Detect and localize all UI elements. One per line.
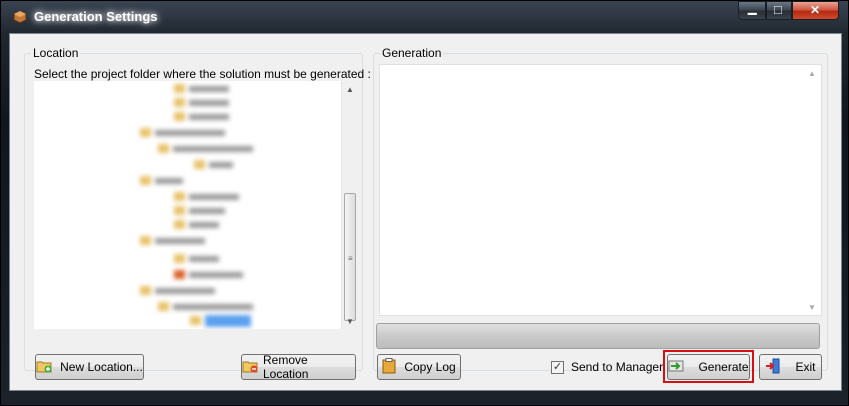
tree-node[interactable] [174, 111, 229, 122]
log-scroll-up-icon[interactable]: ▲ [808, 69, 816, 78]
generate-button[interactable]: Generate [667, 354, 750, 380]
exit-label: Exit [795, 360, 816, 374]
client-area: Location Select the project folder where… [9, 33, 842, 391]
window-title: Generation Settings [34, 9, 158, 24]
exit-button[interactable]: Exit [759, 354, 822, 380]
new-location-button[interactable]: New Location... [35, 354, 144, 380]
tree-node[interactable] [174, 83, 229, 94]
tree-scrollbar[interactable]: ▲ ≡ ▼ [341, 81, 358, 329]
caption-buttons: ▁ □ ✕ [738, 1, 839, 21]
close-icon: ✕ [810, 3, 821, 17]
tree-node[interactable] [174, 205, 225, 216]
tree-node[interactable] [174, 253, 219, 264]
new-location-label: New Location... [60, 360, 143, 374]
scroll-thumb[interactable]: ≡ [344, 193, 356, 321]
generation-log[interactable]: ▲ ▼ [379, 64, 822, 316]
generate-label: Generate [698, 360, 749, 374]
tree-node-selected[interactable] [190, 314, 251, 327]
tree-node[interactable] [140, 235, 205, 246]
folder-tree-content [34, 81, 341, 329]
exit-door-icon [765, 358, 781, 377]
copy-log-button[interactable]: Copy Log [377, 354, 461, 380]
clipboard-icon [382, 357, 396, 377]
log-scroll-down-icon[interactable]: ▼ [808, 303, 816, 312]
log-scrollbar[interactable]: ▲ ▼ [804, 65, 821, 315]
location-hint: Select the project folder where the solu… [34, 67, 371, 81]
add-folder-icon [36, 359, 52, 376]
tree-node[interactable] [174, 219, 219, 230]
tree-node[interactable] [194, 159, 233, 170]
generate-arrow-icon [668, 359, 684, 376]
window-frame: Generation Settings ▁ □ ✕ Location Selec… [0, 0, 849, 406]
remove-folder-icon [242, 359, 258, 376]
send-to-manager-option[interactable]: ✓ Send to Manager [551, 360, 663, 374]
maximize-icon: □ [774, 2, 782, 17]
tree-node[interactable] [158, 301, 253, 312]
minimize-button[interactable]: ▁ [738, 1, 766, 20]
send-to-manager-checkbox[interactable]: ✓ [551, 360, 564, 374]
scroll-down-icon[interactable]: ▼ [346, 317, 354, 326]
tree-node[interactable] [174, 269, 243, 280]
generation-progress-bar [376, 323, 820, 349]
app-icon [13, 10, 27, 24]
remove-location-label: Remove Location [263, 353, 309, 381]
tree-node[interactable] [140, 127, 225, 138]
tree-node[interactable] [158, 143, 253, 154]
close-button[interactable]: ✕ [792, 1, 839, 20]
tree-node[interactable] [174, 97, 229, 108]
minimize-icon: ▁ [748, 3, 757, 15]
remove-location-button[interactable]: Remove Location [241, 353, 356, 381]
tree-node[interactable] [174, 191, 239, 202]
send-to-manager-label: Send to Manager [571, 360, 664, 374]
scroll-grip-icon: ≡ [348, 254, 353, 263]
location-group-label: Location [31, 46, 81, 60]
tree-node[interactable] [140, 175, 183, 186]
generation-group-label: Generation [380, 46, 444, 60]
title-bar[interactable]: Generation Settings ▁ □ ✕ [1, 1, 849, 33]
copy-log-label: Copy Log [404, 360, 456, 374]
folder-tree[interactable]: ▲ ≡ ▼ [34, 81, 358, 329]
maximize-button[interactable]: □ [766, 1, 792, 20]
scroll-up-icon[interactable]: ▲ [346, 85, 354, 94]
tree-node[interactable] [140, 285, 215, 296]
